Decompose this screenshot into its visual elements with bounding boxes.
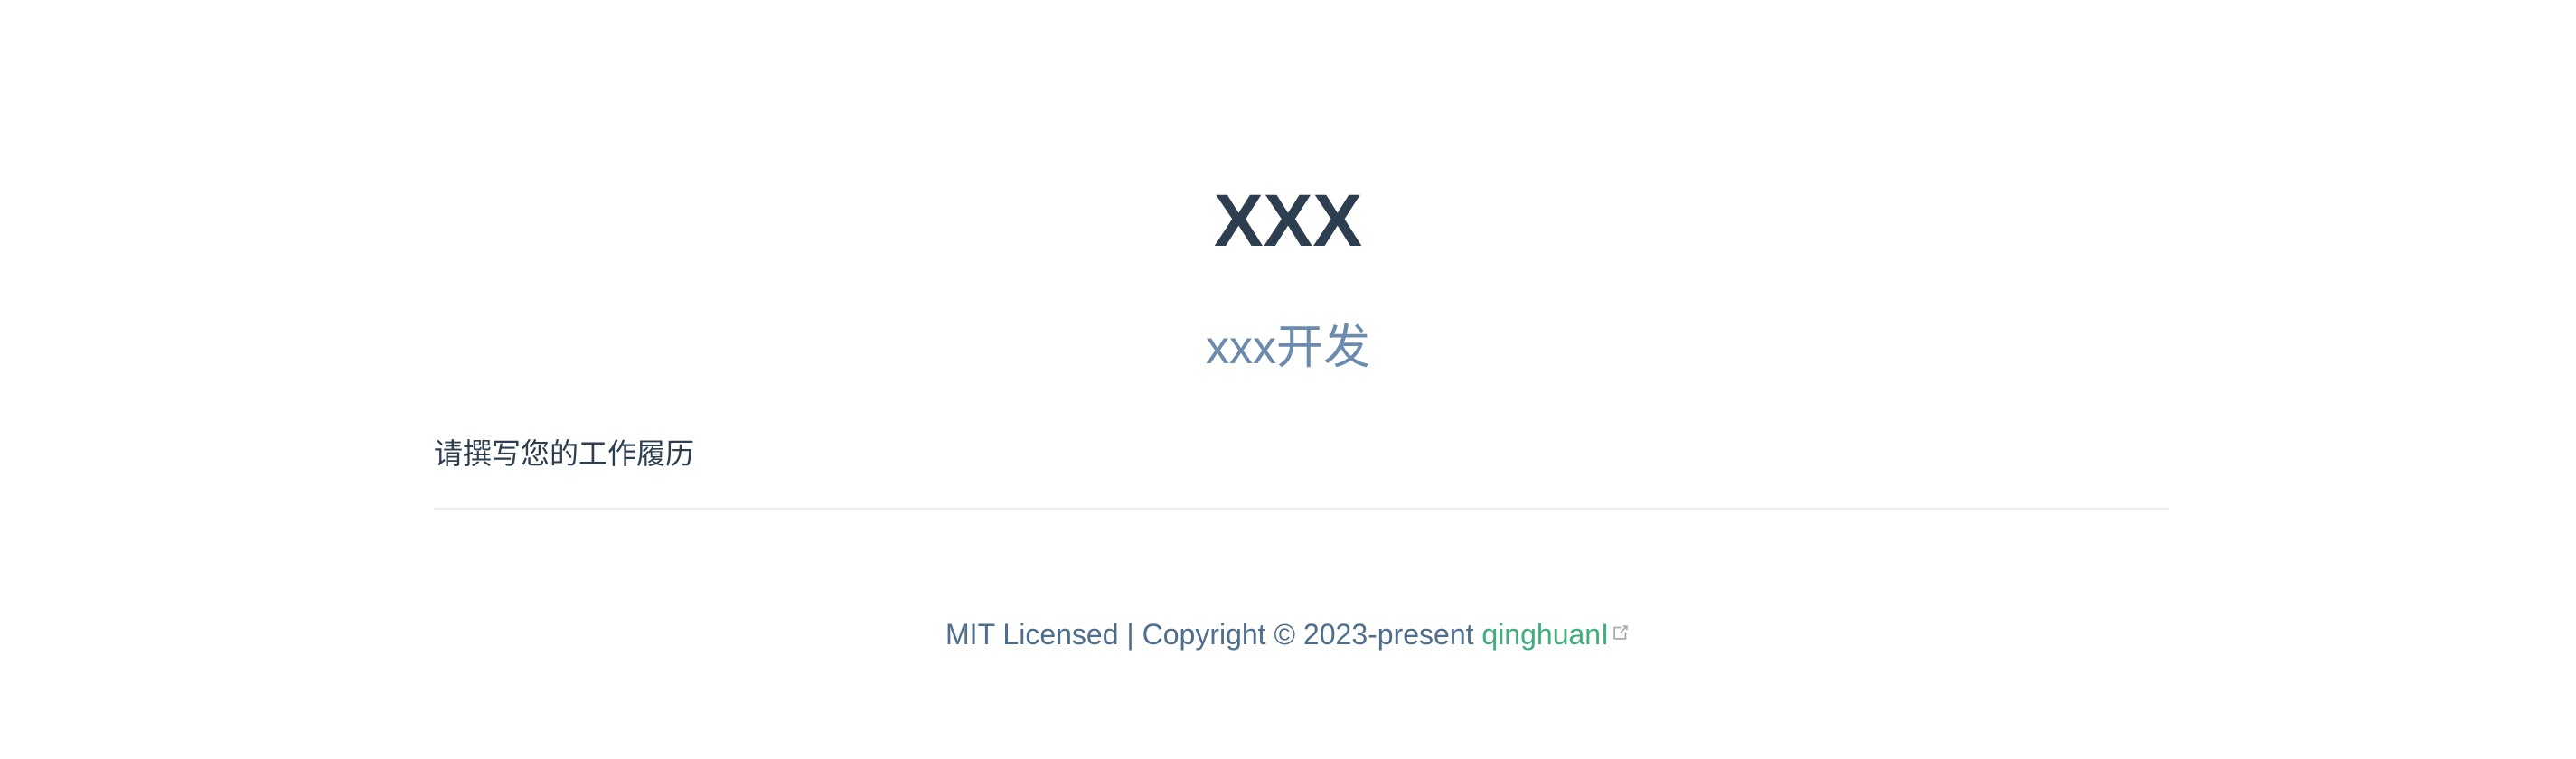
content-text: 请撰写您的工作履历 (434, 436, 695, 471)
footer: MIT Licensed | Copyright © 2023-present … (0, 605, 2576, 663)
author-link-label: qinghuanI (1481, 618, 1609, 651)
main-content: 请撰写您的工作履历 (434, 425, 2169, 483)
author-link[interactable]: qinghuanI (1481, 618, 1631, 651)
hero-description: xxx开发 (1205, 322, 1370, 374)
footer-divider (434, 508, 2169, 510)
hero-title: XXX (1213, 180, 1363, 262)
footer-license-text: MIT Licensed | Copyright © 2023-present (945, 618, 1482, 651)
external-link-icon (1613, 625, 1628, 640)
